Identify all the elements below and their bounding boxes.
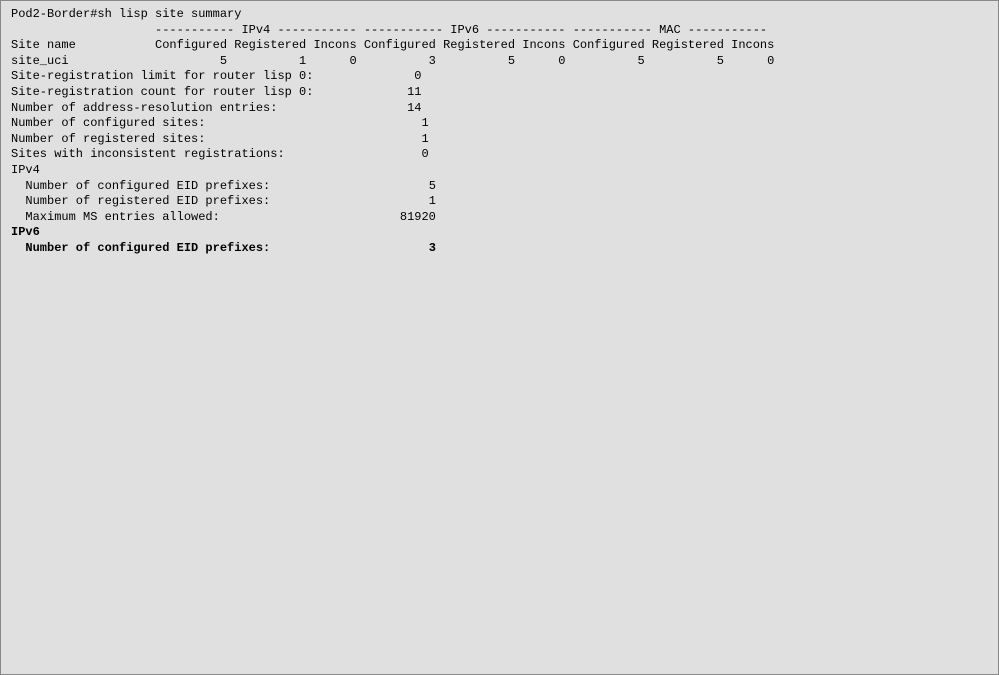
stat-label: Number of configured EID prefixes: — [11, 241, 270, 255]
stat-incons: Sites with inconsistent registrations: 0 — [11, 147, 988, 163]
header-line: ----------- IPv4 ----------- -----------… — [11, 23, 988, 39]
stat-value: 1 — [421, 116, 428, 130]
ipv4-conf-prefixes: Number of configured EID prefixes: 5 — [11, 179, 988, 195]
ipv4-max-ms: Maximum MS entries allowed: 81920 — [11, 210, 988, 226]
terminal-output: Pod2-Border#sh lisp site summary -------… — [0, 0, 999, 675]
stat-value: 11 — [407, 85, 421, 99]
ipv6-conf-prefixes: Number of configured EID prefixes: 3 — [11, 241, 988, 257]
stat-value: 0 — [421, 147, 428, 161]
stat-label: Sites with inconsistent registrations: — [11, 147, 285, 161]
stat-value: 0 — [414, 69, 421, 83]
stat-label: Number of address-resolution entries: — [11, 101, 277, 115]
stat-reg-limit: Site-registration limit for router lisp … — [11, 69, 988, 85]
ipv4-heading: IPv4 — [11, 163, 988, 179]
stat-addr-res: Number of address-resolution entries: 14 — [11, 101, 988, 117]
stat-label: Site-registration count for router lisp … — [11, 85, 313, 99]
cli-text: Pod2-Border#sh lisp site summary -------… — [11, 7, 988, 257]
stat-label: Number of registered EID prefixes: — [11, 194, 270, 208]
stat-label: Number of registered sites: — [11, 132, 205, 146]
stat-value: 14 — [407, 101, 421, 115]
site-row: site_uci 5 1 0 3 5 0 5 5 0 — [11, 54, 988, 70]
stat-label: Number of configured sites: — [11, 116, 205, 130]
stat-value: 1 — [429, 194, 436, 208]
stat-reg-count: Site-registration count for router lisp … — [11, 85, 988, 101]
stat-label: Number of configured EID prefixes: — [11, 179, 270, 193]
stat-conf-sites: Number of configured sites: 1 — [11, 116, 988, 132]
ipv6-heading: IPv6 — [11, 225, 988, 241]
prompt-line: Pod2-Border#sh lisp site summary — [11, 7, 988, 23]
stat-reg-sites: Number of registered sites: 1 — [11, 132, 988, 148]
columns-line: Site name Configured Registered Incons C… — [11, 38, 988, 54]
stat-value: 1 — [421, 132, 428, 146]
stat-value: 81920 — [400, 210, 436, 224]
stat-value: 3 — [429, 241, 436, 255]
stat-label: Maximum MS entries allowed: — [11, 210, 220, 224]
stat-label: Site-registration limit for router lisp … — [11, 69, 313, 83]
stat-value: 5 — [429, 179, 436, 193]
ipv4-reg-prefixes: Number of registered EID prefixes: 1 — [11, 194, 988, 210]
